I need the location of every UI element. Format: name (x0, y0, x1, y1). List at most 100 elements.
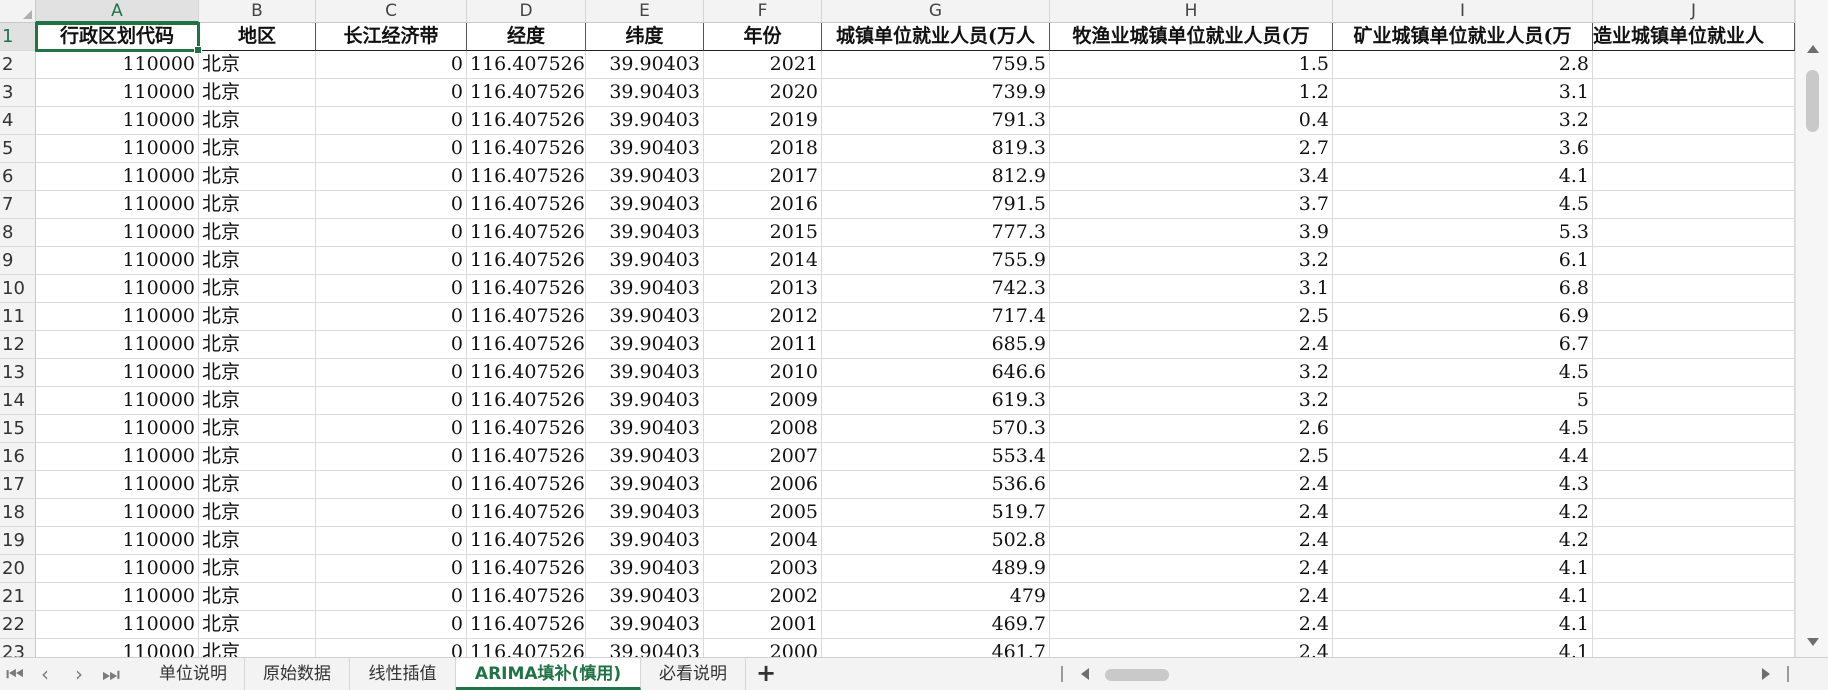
table-cell[interactable]: 3.1 (1333, 79, 1593, 107)
table-cell[interactable]: 北京 (199, 499, 316, 527)
row-header-11[interactable]: 11 (0, 303, 36, 331)
table-cell[interactable]: 116.407526 (467, 79, 586, 107)
table-cell[interactable]: 536.6 (822, 471, 1050, 499)
table-cell[interactable]: 116.407526 (467, 303, 586, 331)
table-cell[interactable]: 北京 (199, 191, 316, 219)
table-cell[interactable]: 0 (316, 191, 467, 219)
column-header-h[interactable]: H (1050, 0, 1333, 23)
table-cell[interactable]: 2.4 (1050, 555, 1333, 583)
table-cell[interactable]: 110000 (36, 79, 199, 107)
table-cell[interactable]: 110000 (36, 471, 199, 499)
table-cell[interactable]: 北京 (199, 471, 316, 499)
table-cell[interactable]: 3.9 (1050, 219, 1333, 247)
table-cell[interactable]: 0 (316, 471, 467, 499)
table-cell[interactable]: 39.90403 (586, 303, 704, 331)
table-cell[interactable] (1593, 499, 1795, 527)
table-cell[interactable]: 469.7 (822, 611, 1050, 639)
row-header-13[interactable]: 13 (0, 359, 36, 387)
table-cell[interactable]: 2005 (704, 499, 822, 527)
table-cell[interactable]: 3.2 (1050, 387, 1333, 415)
table-cell[interactable]: 1.2 (1050, 79, 1333, 107)
first-sheet-icon[interactable]: ⏮ (2, 662, 28, 686)
column-header-a[interactable]: A (36, 0, 199, 23)
header-cell[interactable]: 牧渔业城镇单位就业人员(万 (1050, 23, 1333, 51)
table-cell[interactable]: 4.1 (1333, 163, 1593, 191)
table-cell[interactable]: 110000 (36, 135, 199, 163)
row-header-12[interactable]: 12 (0, 331, 36, 359)
table-cell[interactable]: 2004 (704, 527, 822, 555)
table-cell[interactable] (1593, 443, 1795, 471)
table-cell[interactable]: 2009 (704, 387, 822, 415)
table-cell[interactable]: 570.3 (822, 415, 1050, 443)
table-cell[interactable]: 110000 (36, 415, 199, 443)
table-cell[interactable]: 北京 (199, 303, 316, 331)
table-cell[interactable] (1593, 247, 1795, 275)
table-cell[interactable]: 39.90403 (586, 527, 704, 555)
table-cell[interactable]: 116.407526 (467, 555, 586, 583)
table-cell[interactable]: 2016 (704, 191, 822, 219)
table-cell[interactable]: 3.2 (1050, 359, 1333, 387)
row-header-4[interactable]: 4 (0, 107, 36, 135)
table-cell[interactable] (1593, 387, 1795, 415)
table-cell[interactable]: 116.407526 (467, 443, 586, 471)
table-cell[interactable]: 0 (316, 275, 467, 303)
table-cell[interactable]: 4.1 (1333, 583, 1593, 611)
table-cell[interactable]: 0 (316, 443, 467, 471)
table-cell[interactable]: 791.3 (822, 107, 1050, 135)
table-cell[interactable] (1593, 191, 1795, 219)
table-cell[interactable]: 4.1 (1333, 555, 1593, 583)
table-cell[interactable]: 39.90403 (586, 387, 704, 415)
table-cell[interactable]: 4.1 (1333, 611, 1593, 639)
table-cell[interactable]: 39.90403 (586, 163, 704, 191)
row-header-22[interactable]: 22 (0, 611, 36, 639)
table-cell[interactable]: 116.407526 (467, 639, 586, 657)
table-cell[interactable]: 819.3 (822, 135, 1050, 163)
header-cell[interactable]: 纬度 (586, 23, 704, 51)
table-cell[interactable]: 502.8 (822, 527, 1050, 555)
table-cell[interactable]: 北京 (199, 527, 316, 555)
table-cell[interactable]: 39.90403 (586, 219, 704, 247)
table-cell[interactable]: 116.407526 (467, 471, 586, 499)
table-cell[interactable]: 北京 (199, 639, 316, 657)
table-cell[interactable]: 110000 (36, 639, 199, 657)
table-cell[interactable]: 3.2 (1333, 107, 1593, 135)
table-cell[interactable]: 4.3 (1333, 471, 1593, 499)
column-header-f[interactable]: F (704, 0, 822, 23)
table-cell[interactable]: 0 (316, 107, 467, 135)
sheet-tab[interactable]: 必看说明 (641, 658, 746, 690)
table-cell[interactable]: 北京 (199, 79, 316, 107)
row-header-16[interactable]: 16 (0, 443, 36, 471)
table-cell[interactable]: 39.90403 (586, 191, 704, 219)
row-header-8[interactable]: 8 (0, 219, 36, 247)
table-cell[interactable]: 2.5 (1050, 443, 1333, 471)
table-cell[interactable] (1593, 135, 1795, 163)
table-cell[interactable] (1593, 555, 1795, 583)
table-cell[interactable]: 110000 (36, 359, 199, 387)
table-cell[interactable]: 北京 (199, 387, 316, 415)
table-cell[interactable]: 755.9 (822, 247, 1050, 275)
table-cell[interactable]: 北京 (199, 107, 316, 135)
table-cell[interactable]: 2008 (704, 415, 822, 443)
table-cell[interactable]: 116.407526 (467, 359, 586, 387)
vertical-scrollbar[interactable] (1795, 0, 1828, 657)
last-sheet-icon[interactable]: ⏭ (98, 662, 124, 686)
table-cell[interactable]: 2003 (704, 555, 822, 583)
table-cell[interactable]: 北京 (199, 247, 316, 275)
table-cell[interactable] (1593, 79, 1795, 107)
table-cell[interactable]: 3.6 (1333, 135, 1593, 163)
next-sheet-icon[interactable]: › (66, 662, 92, 686)
table-cell[interactable]: 2.5 (1050, 303, 1333, 331)
row-header-20[interactable]: 20 (0, 555, 36, 583)
table-cell[interactable]: 3.4 (1050, 163, 1333, 191)
vertical-scroll-thumb[interactable] (1806, 70, 1819, 132)
table-cell[interactable]: 北京 (199, 555, 316, 583)
sheet-tab[interactable]: ARIMA填补(慎用) (456, 658, 641, 690)
table-cell[interactable]: 717.4 (822, 303, 1050, 331)
table-cell[interactable]: 39.90403 (586, 135, 704, 163)
table-cell[interactable]: 6.7 (1333, 331, 1593, 359)
table-cell[interactable]: 39.90403 (586, 443, 704, 471)
table-cell[interactable]: 116.407526 (467, 499, 586, 527)
table-cell[interactable]: 2.4 (1050, 639, 1333, 657)
table-cell[interactable]: 1.5 (1050, 51, 1333, 79)
table-cell[interactable]: 4.5 (1333, 359, 1593, 387)
